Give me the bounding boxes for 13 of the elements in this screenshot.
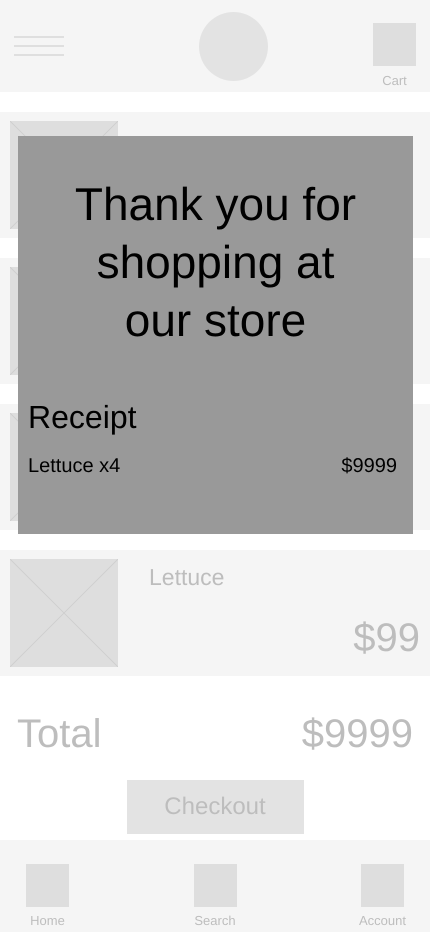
receipt-item: Lettuce x4 (28, 454, 120, 479)
nav-tab[interactable]: Search (194, 864, 236, 930)
cart-label: Cart (382, 72, 407, 90)
dialog-title: Thank you for shopping at our store (74, 177, 358, 348)
nav-tab[interactable]: Home (26, 864, 69, 930)
item-name: Lettuce (149, 563, 224, 592)
total-amount: $9999 (302, 711, 413, 758)
receipt-heading: Receipt (28, 398, 138, 437)
receipt-amount: $9999 (341, 454, 397, 479)
nav-tab[interactable]: Account (361, 864, 404, 930)
menu-icon[interactable] (14, 36, 64, 56)
total-label: Total (17, 711, 102, 758)
item-price: $99 (353, 615, 420, 662)
